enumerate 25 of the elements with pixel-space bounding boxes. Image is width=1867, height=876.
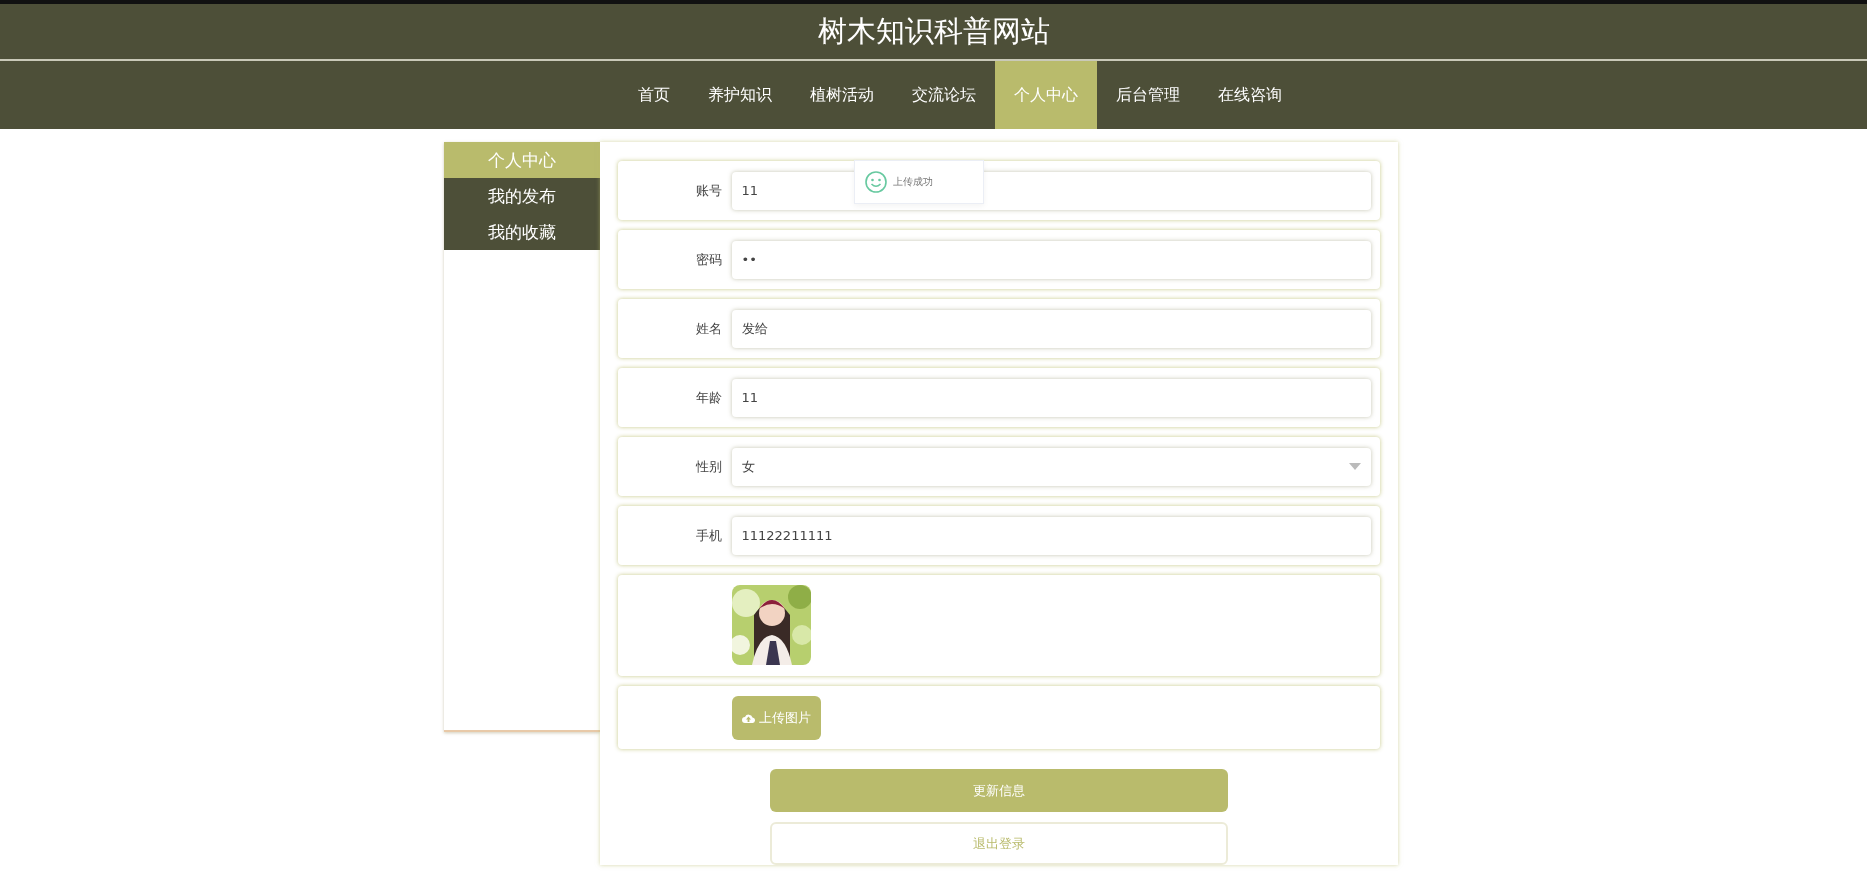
input-field[interactable]: 11 (731, 378, 1371, 417)
input-field[interactable]: 11122211111 (731, 516, 1371, 555)
field-label: 性别 (694, 457, 723, 476)
select-value: 女 (741, 457, 755, 476)
sidebar-item[interactable]: 我的发布 (443, 178, 600, 214)
field-label: 手机 (694, 526, 723, 545)
nav-item[interactable]: 植树活动 (790, 61, 893, 129)
sidebar-item[interactable]: 我的收藏 (443, 214, 600, 250)
field-label: 姓名 (694, 319, 723, 338)
field-label: 年龄 (694, 388, 723, 407)
cloud-upload-icon (741, 712, 755, 723)
input-field[interactable]: 发给 (731, 309, 1371, 348)
nav-item[interactable]: 后台管理 (1096, 61, 1199, 129)
select-field[interactable]: 女 (731, 447, 1371, 486)
nav-item[interactable]: 在线咨询 (1198, 61, 1301, 129)
site-title: 树木知识科普网站 (817, 12, 1050, 50)
smiley-icon (864, 171, 887, 193)
caret-icon (1348, 463, 1361, 470)
field-label: 账号 (694, 181, 723, 200)
toast-text: 上传成功 (892, 175, 933, 189)
nav-item[interactable]: 首页 (618, 61, 689, 129)
nav-item[interactable]: 交流论坛 (892, 61, 995, 129)
input-field[interactable]: •• (731, 240, 1371, 279)
field-label: 密码 (694, 250, 723, 269)
nav-item[interactable]: 养护知识 (688, 61, 791, 129)
